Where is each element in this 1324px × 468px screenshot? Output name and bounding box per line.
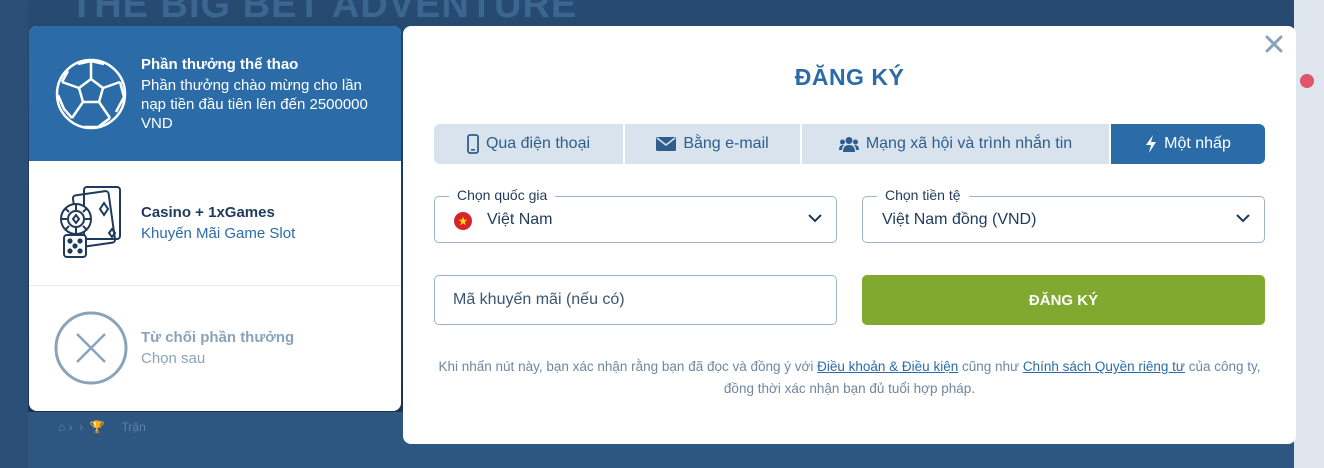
bonus-decline-title: Từ chối phần thưởng: [141, 329, 295, 346]
registration-method-tabs: Qua điện thoại Bằng e-mail Mạng xã hội v…: [434, 124, 1265, 164]
tab-one-click-label: Một nhấp: [1164, 135, 1231, 152]
envelope-icon: [656, 137, 677, 151]
vietnam-flag-icon: [454, 212, 472, 230]
chevron-down-icon: [1236, 214, 1250, 223]
tab-social-label: Mạng xã hội và trình nhắn tin: [865, 135, 1073, 152]
country-select-value: Việt Nam: [487, 211, 553, 228]
decline-x-icon: [53, 310, 129, 386]
registration-modal: ĐĂNG KÝ Qua điện thoại Bằng e-mail Mạng …: [403, 26, 1296, 444]
background-left-strip: [0, 0, 28, 468]
tab-phone[interactable]: Qua điện thoại: [434, 124, 625, 164]
country-select[interactable]: Chọn quốc gia Việt Nam: [434, 187, 837, 243]
promo-code-input[interactable]: [434, 275, 837, 325]
chevron-down-icon: [808, 214, 822, 223]
lightning-icon: [1146, 135, 1157, 153]
bonus-option-decline[interactable]: Từ chối phần thưởng Chọn sau: [29, 286, 401, 410]
background-notification-dot: [1300, 74, 1314, 88]
bonus-sport-description: Phần thưởng chào mừng cho lần nạp tiền đ…: [141, 76, 368, 132]
soccer-ball-icon: [53, 56, 129, 132]
bonus-option-sport[interactable]: Phần thưởng thể thao Phần thưởng chào mừ…: [29, 26, 401, 161]
background-breadcrumb: ⌂ › › 🏆 Trận: [58, 420, 146, 434]
register-button[interactable]: ĐĂNG KÝ: [862, 275, 1265, 325]
legal-notice: Khi nhấn nút này, bạn xác nhận rằng bạn …: [433, 356, 1266, 400]
bonus-option-casino[interactable]: Casino + 1xGames Khuyến Mãi Game Slot: [29, 161, 401, 286]
legal-text-middle: cũng như: [958, 359, 1023, 374]
privacy-policy-link[interactable]: Chính sách Quyền riêng tư: [1023, 359, 1185, 374]
casino-chips-cards-icon: [53, 185, 129, 261]
modal-title: ĐĂNG KÝ: [794, 64, 905, 90]
bonus-selection-panel: Phần thưởng thể thao Phần thưởng chào mừ…: [29, 26, 401, 411]
tab-social[interactable]: Mạng xã hội và trình nhắn tin: [802, 124, 1111, 164]
currency-select-label: Chọn tiền tệ: [877, 187, 969, 203]
background-right-strip: [1294, 0, 1324, 468]
bonus-decline-description: Chọn sau: [141, 350, 206, 367]
country-select-label: Chọn quốc gia: [449, 187, 556, 203]
bonus-sport-title: Phần thưởng thể thao: [141, 55, 299, 73]
bonus-casino-description: Khuyến Mãi Game Slot: [141, 225, 296, 242]
currency-select[interactable]: Chọn tiền tệ Việt Nam đồng (VND): [862, 187, 1265, 243]
bonus-casino-title: Casino + 1xGames: [141, 204, 275, 221]
terms-link[interactable]: Điều khoản & Điều kiện: [817, 359, 958, 374]
tab-email-label: Bằng e-mail: [683, 135, 769, 152]
currency-select-value: Việt Nam đồng (VND): [882, 211, 1037, 228]
close-icon[interactable]: [1262, 32, 1286, 56]
tab-one-click[interactable]: Một nhấp: [1111, 124, 1265, 164]
background-banner-title: THE BIG BET ADVENTURE: [70, 0, 578, 26]
tab-email[interactable]: Bằng e-mail: [625, 124, 802, 164]
tab-phone-label: Qua điện thoại: [485, 135, 591, 152]
legal-text-before: Khi nhấn nút này, bạn xác nhận rằng bạn …: [438, 359, 818, 374]
phone-icon: [467, 134, 479, 154]
users-icon: [838, 137, 859, 152]
